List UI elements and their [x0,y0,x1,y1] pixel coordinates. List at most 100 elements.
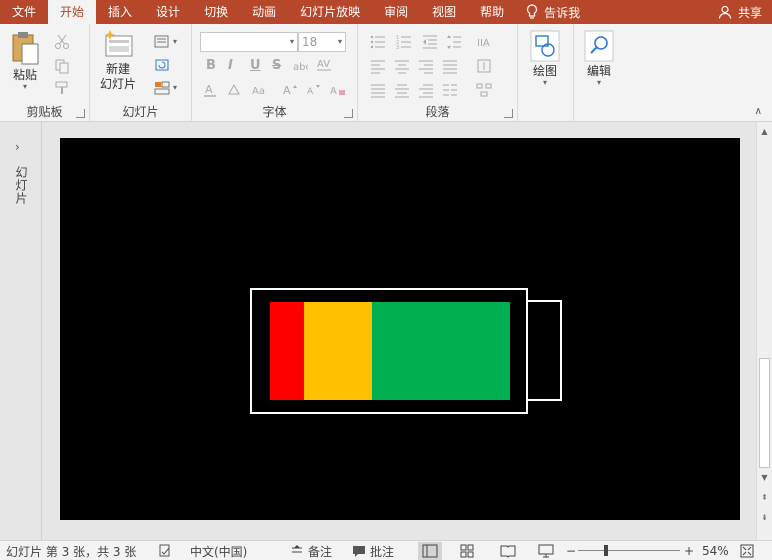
svg-text:AV: AV [317,59,330,70]
tell-me-label: 告诉我 [544,5,581,20]
paragraph-launcher-icon[interactable] [504,109,513,118]
notes-button[interactable]: 备注 [290,541,332,560]
slide-sorter-icon[interactable] [460,544,474,558]
font-group-label: 字体 [262,105,287,119]
align-left-icon[interactable] [370,58,386,74]
char-spacing-av-icon[interactable]: AV [316,56,332,72]
zoom-slider-handle[interactable] [604,545,608,556]
line-spacing-icon[interactable] [446,34,462,50]
status-bar: 幻灯片 第 3 张，共 3 张 中文(中国) 备注 批注 − + 54% [0,540,772,560]
tab-1[interactable]: 开始 [48,0,97,24]
share-button[interactable]: 共享 [718,0,762,24]
fit-to-window-icon[interactable] [740,544,754,558]
language-indicator[interactable]: 中文(中国) [190,541,247,560]
tab-7[interactable]: 审阅 [372,0,420,24]
section-dropdown-icon[interactable]: ▾ [173,84,177,92]
clipboard-group: 粘贴 ▾ 剪贴板 [0,24,90,122]
right-lines-icon[interactable] [418,82,434,98]
zoom-out-button[interactable]: − [566,541,576,560]
editing-button[interactable]: 编辑 ▾ [584,30,614,87]
paste-dropdown-icon: ▾ [22,82,27,91]
vertical-scrollbar[interactable]: ▲ ▼ ⇞ ⇟ [756,122,772,540]
font-family-combo[interactable]: ▾ [200,32,298,52]
clear-formatting-icon[interactable]: A [330,82,346,98]
find-icon [584,30,614,62]
comment-icon [353,546,365,557]
spellcheck-icon[interactable] [158,544,172,558]
svg-text:Aa: Aa [252,86,265,97]
svg-text:A: A [283,84,291,97]
reading-view-icon[interactable] [500,544,516,558]
slide-count[interactable]: 幻灯片 第 3 张，共 3 张 [6,541,136,560]
battery-body-shape[interactable] [250,288,528,414]
next-slide-icon[interactable]: ⇟ [757,510,772,524]
italic-button[interactable]: I [228,58,233,73]
scroll-up-icon[interactable]: ▲ [757,124,772,138]
font-color-icon[interactable]: A [202,82,218,98]
lightbulb-icon [527,4,538,19]
drawing-button[interactable]: 绘图 ▾ [530,30,560,87]
tab-5[interactable]: 动画 [240,0,288,24]
bold-button[interactable]: B [206,58,216,73]
columns-icon[interactable] [442,82,458,98]
align-center-icon[interactable] [394,58,410,74]
slides-group: 新建 幻灯片 ▾ ▾ 幻灯片 [90,24,192,122]
shapes-icon [530,30,560,62]
tab-0[interactable]: 文件 [0,0,48,24]
paragraph-group-label: 段落 [425,105,450,119]
tab-4[interactable]: 切换 [192,0,240,24]
thumbnail-pane-label[interactable]: 幻灯片 [13,166,30,205]
copy-icon[interactable] [54,58,70,74]
strikethrough-button[interactable]: S [272,58,281,73]
svg-text:3: 3 [396,45,399,50]
clipboard-launcher-icon[interactable] [76,109,85,118]
paste-button[interactable]: 粘贴 ▾ [10,30,40,91]
char-spacing-icon[interactable]: abc [292,59,308,75]
change-case-icon[interactable]: Aa [252,82,268,98]
svg-text:A: A [307,87,314,97]
layout-dropdown-icon[interactable]: ▾ [173,38,177,46]
zoom-level[interactable]: 54% [702,541,729,560]
cut-icon[interactable] [54,34,70,50]
new-slide-button[interactable]: 新建 幻灯片 [100,30,136,92]
grow-font-icon[interactable]: A [282,82,298,98]
smartart-icon[interactable] [476,82,492,98]
tab-6[interactable]: 幻灯片放映 [288,0,372,24]
text-direction-icon[interactable]: IIA [476,34,492,50]
clipboard-icon [12,32,39,65]
reset-icon[interactable] [154,57,170,73]
font-size-combo[interactable]: 18 ▾ [298,32,346,52]
decrease-indent-icon[interactable] [422,34,438,50]
center-lines-icon[interactable] [394,82,410,98]
font-size-value: 18 [302,35,318,49]
scrollbar-thumb[interactable] [759,358,770,468]
font-launcher-icon[interactable] [344,109,353,118]
collapse-ribbon-icon[interactable]: ∧ [755,106,762,117]
distribute-icon[interactable] [370,82,386,98]
tab-8[interactable]: 视图 [420,0,468,24]
underline-button[interactable]: U [250,58,261,73]
comments-button[interactable]: 批注 [352,541,394,560]
tab-3[interactable]: 设计 [144,0,192,24]
tell-me-box[interactable]: 告诉我 [516,4,590,21]
scroll-down-icon[interactable]: ▼ [757,470,772,484]
tab-2[interactable]: 插入 [96,0,144,24]
expand-thumbnails-icon[interactable]: › [15,140,20,154]
justify-icon[interactable] [442,58,458,74]
prev-slide-icon[interactable]: ⇞ [757,490,772,504]
layout-icon[interactable] [154,34,170,50]
tab-9[interactable]: 帮助 [468,0,516,24]
shrink-font-icon[interactable]: A [306,82,322,98]
highlight-icon[interactable] [226,82,242,98]
normal-view-icon[interactable] [418,542,442,560]
section-icon[interactable] [154,80,170,96]
numbering-icon[interactable]: 123 [396,34,412,50]
zoom-in-button[interactable]: + [684,541,694,560]
bullets-icon[interactable] [370,34,386,50]
zoom-slider[interactable] [578,550,680,551]
battery-tip-shape[interactable] [526,300,562,401]
align-text-icon[interactable] [476,58,492,74]
slideshow-icon[interactable] [538,544,554,558]
align-right-icon[interactable] [418,58,434,74]
format-painter-icon[interactable] [54,80,70,96]
